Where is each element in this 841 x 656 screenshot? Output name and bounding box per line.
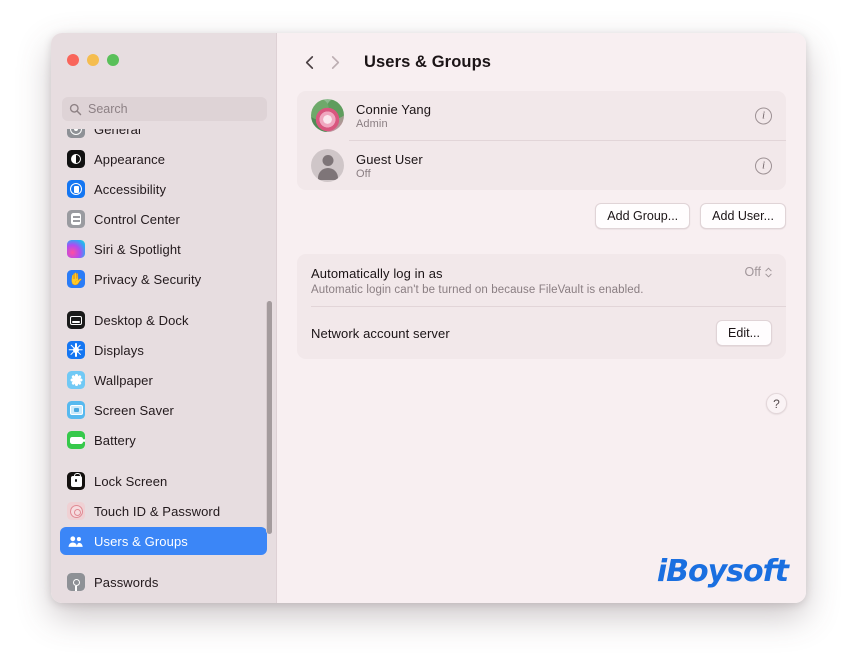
sidebar-item-label: Desktop & Dock	[94, 312, 189, 328]
sidebar-item-label: Accessibility	[94, 181, 167, 197]
sidebar-item-label: Touch ID & Password	[94, 503, 221, 519]
auto-login-label: Automatically log in as	[311, 266, 443, 281]
sidebar-item-control-center[interactable]: Control Center	[60, 205, 267, 233]
auto-login-row: Automatically log in as Automatic login …	[297, 254, 786, 306]
accessibility-icon	[67, 180, 85, 198]
gear-icon	[67, 129, 85, 138]
sidebar-scrollbar[interactable]	[266, 301, 272, 534]
sidebar-group-separator	[60, 456, 267, 467]
sidebar-item-touch-id[interactable]: Touch ID & Password	[60, 497, 267, 525]
siri-icon	[67, 240, 85, 258]
sidebar-item-label: Battery	[94, 432, 136, 448]
login-settings-card: Automatically log in as Automatic login …	[297, 254, 786, 359]
user-role: Off	[356, 167, 371, 180]
sidebar-item-label: Wallpaper	[94, 372, 153, 388]
user-row-connie[interactable]: Connie Yang Admin i	[297, 91, 786, 140]
chevron-left-icon	[305, 55, 313, 69]
user-name: Guest User	[356, 151, 423, 167]
sidebar-item-lock-screen[interactable]: Lock Screen	[60, 467, 267, 495]
info-icon[interactable]: i	[755, 157, 772, 174]
sidebar-group-separator	[60, 295, 267, 306]
user-role: Admin	[356, 117, 388, 130]
touch-id-icon	[67, 502, 85, 520]
sidebar: General Appearance Accessibility	[51, 33, 276, 603]
sidebar-item-label: Control Center	[94, 211, 180, 227]
sidebar-item-users-groups[interactable]: Users & Groups	[60, 527, 267, 555]
sidebar-item-accessibility[interactable]: Accessibility	[60, 175, 267, 203]
user-info: Guest User Off	[356, 152, 423, 180]
key-icon	[67, 573, 85, 591]
desktop-dock-icon	[67, 311, 85, 329]
sidebar-item-siri-spotlight[interactable]: Siri & Spotlight	[60, 235, 267, 263]
privacy-hand-icon: ✋	[67, 270, 85, 288]
wallpaper-icon	[67, 371, 85, 389]
main-content: Users & Groups Connie Yang Admin i Guest…	[276, 33, 806, 603]
sidebar-item-label: Users & Groups	[94, 533, 188, 549]
sidebar-item-desktop-dock[interactable]: Desktop & Dock	[60, 306, 267, 334]
user-name: Connie Yang	[356, 101, 432, 117]
user-actions: Add Group... Add User...	[277, 203, 786, 229]
help-button[interactable]: ?	[766, 393, 787, 414]
sidebar-item-privacy-security[interactable]: ✋ Privacy & Security	[60, 265, 267, 293]
chevron-updown-icon	[765, 267, 772, 278]
auto-login-value: Off	[744, 265, 761, 279]
page-title: Users & Groups	[364, 52, 492, 71]
network-account-row: Network account server Edit...	[297, 307, 786, 359]
info-icon[interactable]: i	[755, 107, 772, 124]
users-groups-icon	[67, 532, 85, 550]
sidebar-item-label: Displays	[94, 342, 144, 358]
sidebar-scrollbar-thumb[interactable]	[266, 301, 272, 534]
displays-icon	[67, 341, 85, 359]
sidebar-item-label: Passwords	[94, 574, 159, 590]
sidebar-item-displays[interactable]: Displays	[60, 336, 267, 364]
avatar	[311, 149, 344, 182]
edit-button[interactable]: Edit...	[716, 320, 772, 346]
iboysoft-watermark: iBoysoft	[656, 554, 789, 589]
sidebar-item-label: Lock Screen	[94, 473, 168, 489]
lock-screen-icon	[67, 472, 85, 490]
zoom-button[interactable]	[107, 54, 119, 66]
user-row-guest[interactable]: Guest User Off i	[297, 141, 786, 190]
user-info: Connie Yang Admin	[356, 102, 431, 130]
control-center-icon	[67, 210, 85, 228]
sidebar-list: General Appearance Accessibility Control…	[51, 129, 276, 603]
sidebar-item-label: Appearance	[94, 151, 166, 167]
screen-saver-icon	[67, 401, 85, 419]
forward-button[interactable]	[322, 49, 348, 75]
avatar	[311, 99, 344, 132]
auto-login-description: Automatic login can't be turned on becau…	[311, 284, 644, 296]
network-account-label: Network account server	[311, 325, 450, 341]
close-button[interactable]	[67, 54, 79, 66]
sidebar-item-passwords[interactable]: Passwords	[60, 568, 267, 596]
back-button[interactable]	[296, 49, 322, 75]
chevron-right-icon	[331, 55, 339, 69]
add-group-button[interactable]: Add Group...	[595, 203, 691, 229]
add-user-button[interactable]: Add User...	[700, 203, 786, 229]
battery-icon	[67, 431, 85, 449]
auto-login-stepper[interactable]: Off	[745, 265, 772, 279]
appearance-icon	[67, 150, 85, 168]
sidebar-item-label: Privacy & Security	[94, 271, 202, 287]
sidebar-item-label: Screen Saver	[94, 402, 174, 418]
sidebar-item-appearance[interactable]: Appearance	[60, 145, 267, 173]
sidebar-item-wallpaper[interactable]: Wallpaper	[60, 366, 267, 394]
header-bar: Users & Groups	[277, 33, 806, 91]
sidebar-item-screen-saver[interactable]: Screen Saver	[60, 396, 267, 424]
sidebar-item-label: General	[94, 129, 141, 137]
search-input[interactable]	[88, 102, 248, 116]
sidebar-group-separator	[60, 557, 267, 568]
users-list-card: Connie Yang Admin i Guest User Off i	[297, 91, 786, 190]
system-settings-window: General Appearance Accessibility	[51, 33, 806, 603]
sidebar-item-battery[interactable]: Battery	[60, 426, 267, 454]
search-icon	[69, 103, 82, 115]
traffic-light-controls	[67, 54, 119, 66]
minimize-button[interactable]	[87, 54, 99, 66]
search-field[interactable]	[62, 97, 267, 121]
sidebar-item-general[interactable]: General	[60, 129, 267, 143]
sidebar-item-label: Siri & Spotlight	[94, 241, 181, 257]
